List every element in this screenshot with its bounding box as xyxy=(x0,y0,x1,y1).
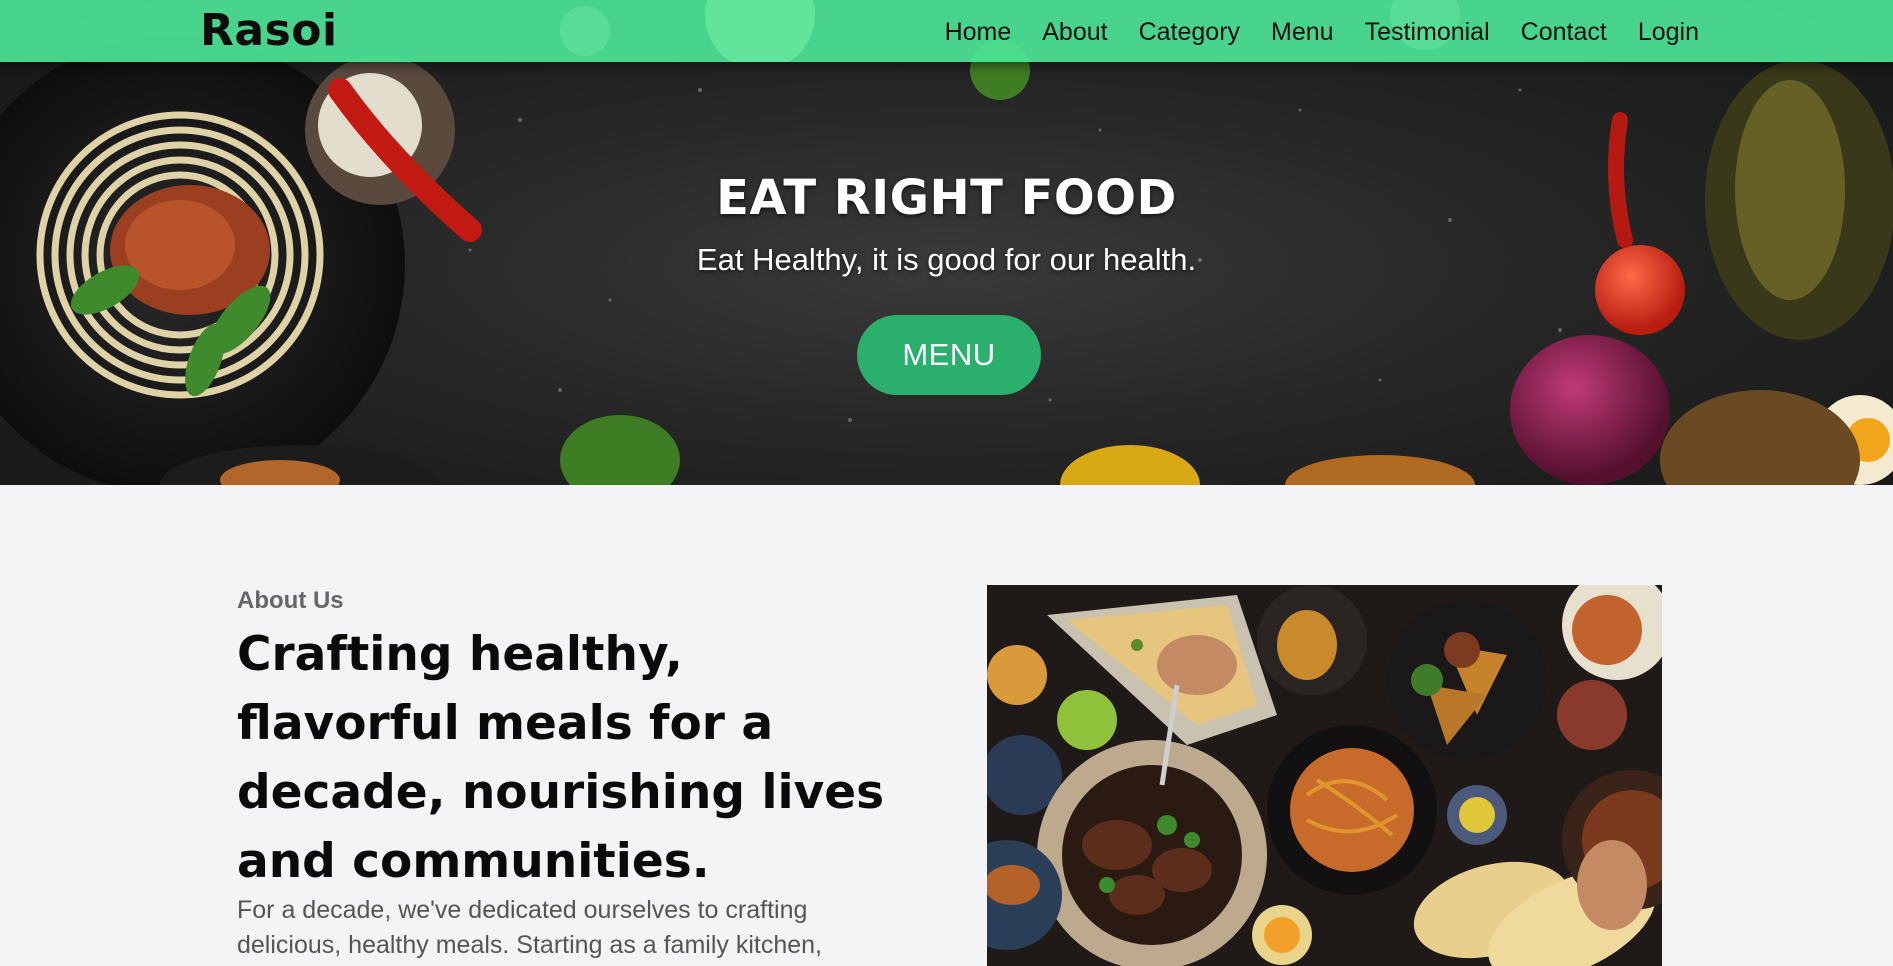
about-heading: Crafting healthy, flavorful meals for a … xyxy=(237,627,885,889)
nav-about[interactable]: About xyxy=(1042,16,1107,48)
nav-category[interactable]: Category xyxy=(1139,16,1240,48)
nav-home[interactable]: Home xyxy=(945,16,1012,48)
hero-banner: EAT RIGHT FOOD Eat Healthy, it is good f… xyxy=(0,0,1893,485)
hero-title: EAT RIGHT FOOD xyxy=(716,170,1177,226)
main-nav: Home About Category Menu Testimonial Con… xyxy=(914,16,1699,48)
nav-testimonial[interactable]: Testimonial xyxy=(1365,16,1490,48)
nav-login[interactable]: Login xyxy=(1638,16,1699,48)
food-spread-illustration xyxy=(987,585,1662,966)
about-description: For a decade, we've dedicated ourselves … xyxy=(237,896,822,959)
hero-subtitle: Eat Healthy, it is good for our health. xyxy=(696,242,1197,277)
about-food-image xyxy=(987,585,1662,966)
about-eyebrow: About Us xyxy=(237,587,344,614)
nav-decor-bubble xyxy=(705,0,815,62)
menu-button[interactable]: MENU xyxy=(857,315,1041,395)
top-navbar: Rasoi Home About Category Menu Testimoni… xyxy=(0,0,1893,62)
nav-decor-bubble xyxy=(560,6,610,56)
brand-logo[interactable]: Rasoi xyxy=(200,6,338,56)
nav-contact[interactable]: Contact xyxy=(1521,16,1607,48)
nav-menu[interactable]: Menu xyxy=(1271,16,1334,48)
